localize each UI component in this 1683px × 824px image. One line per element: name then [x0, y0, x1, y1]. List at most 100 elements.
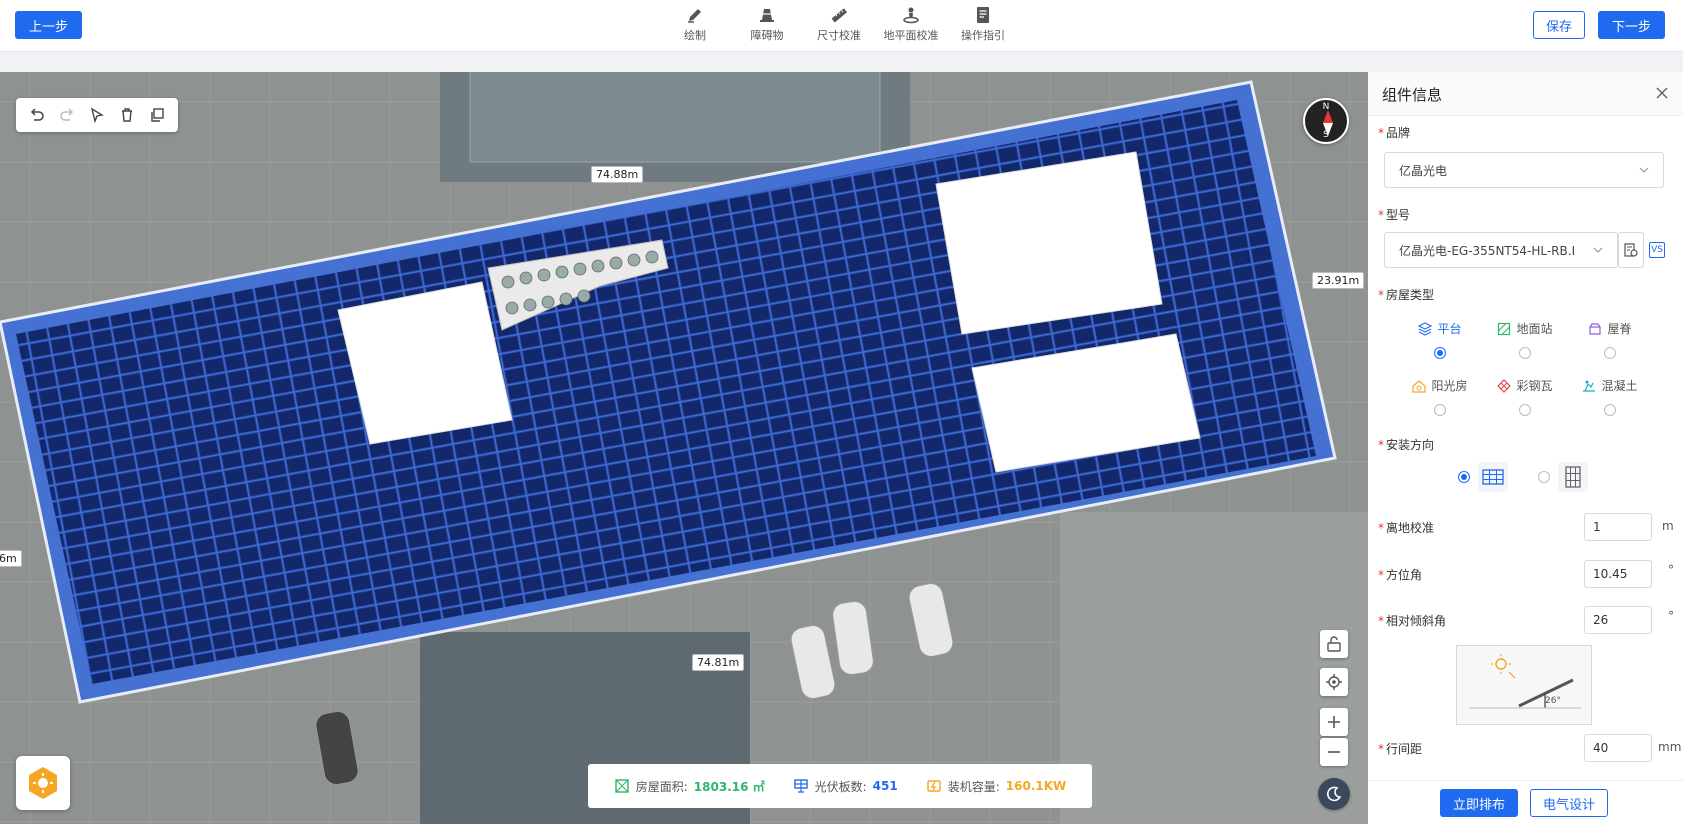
- minus-icon: [1328, 751, 1340, 753]
- tool-obstacle[interactable]: 障碍物: [740, 6, 794, 43]
- undo-icon[interactable]: [26, 104, 48, 126]
- tool-size-calibration[interactable]: 尺寸校准: [812, 6, 866, 43]
- roof-type-sunroom-radio[interactable]: [1434, 404, 1446, 416]
- stat-area: 房屋面积: 1803.16 ㎡: [614, 778, 765, 795]
- row-spacing-unit: mm: [1658, 740, 1682, 754]
- row-spacing-input[interactable]: [1584, 734, 1652, 762]
- compass-icon[interactable]: N S: [1303, 98, 1349, 144]
- obstacle-icon: [760, 9, 774, 22]
- tilt-angle-unit: °: [1668, 609, 1674, 623]
- orientation-landscape[interactable]: [1458, 462, 1508, 492]
- moon-icon: [1327, 786, 1342, 802]
- tilt-angle-diagram: 26°: [1456, 645, 1592, 725]
- plus-icon: [1328, 716, 1340, 728]
- stat-area-value: 1803.16 ㎡: [693, 779, 765, 794]
- obstacle-2[interactable]: [935, 151, 1163, 335]
- sunroom-icon: [1412, 379, 1427, 393]
- tool-ground-plane[interactable]: 地平面校准: [884, 6, 939, 43]
- roof-type-platform-radio[interactable]: [1434, 347, 1446, 359]
- chevron-down-icon: [1593, 247, 1603, 253]
- roof-type-ridge-radio[interactable]: [1604, 347, 1616, 359]
- locate-icon: [1326, 674, 1342, 690]
- locate-button[interactable]: [1320, 668, 1348, 696]
- lock-toggle-button[interactable]: [1320, 630, 1348, 658]
- arrange-now-button[interactable]: 立即排布: [1440, 789, 1518, 817]
- prev-step-button[interactable]: 上一步: [15, 11, 82, 39]
- zoom-in-button[interactable]: [1320, 708, 1348, 736]
- roof-canvas[interactable]: [0, 72, 1368, 824]
- unlock-icon: [1327, 636, 1341, 652]
- chevron-down-icon: [1639, 167, 1649, 173]
- stat-panels-label: 光伏板数:: [814, 779, 867, 794]
- panel-header: 组件信息: [1368, 72, 1683, 116]
- electrical-design-button[interactable]: 电气设计: [1530, 789, 1608, 817]
- tool-draw[interactable]: 绘制: [668, 6, 722, 43]
- tilt-diagram-angle: 26°: [1545, 696, 1561, 706]
- brand-label: * 品牌: [1378, 126, 1411, 140]
- stat-capacity-label: 装机容量:: [947, 779, 1000, 794]
- compare-vs-button[interactable]: VS: [1649, 242, 1665, 258]
- satellite-map[interactable]: N S 74.88m 23.91m 74.81m 6m 房屋面积: 1803.1…: [0, 72, 1368, 824]
- ground-plane-icon: [903, 7, 919, 24]
- model-select-value: 亿晶光电-EG-355NT54-HL-RB.I: [1399, 243, 1576, 258]
- night-mode-button[interactable]: [1318, 778, 1350, 810]
- area-icon: [615, 779, 629, 793]
- tool-guide-label: 操作指引: [961, 29, 1005, 42]
- obstacle-1[interactable]: [337, 281, 513, 445]
- stat-capacity-value: 160.1KW: [1005, 779, 1067, 793]
- roof-type-concrete[interactable]: 混凝土: [1570, 377, 1650, 416]
- brand-select[interactable]: 亿晶光电: [1384, 152, 1664, 188]
- copy-icon[interactable]: [146, 104, 168, 126]
- roof-type-color-steel-radio[interactable]: [1519, 404, 1531, 416]
- pen-icon: [688, 9, 701, 23]
- roof-type-sunroom[interactable]: 阳光房: [1400, 377, 1480, 416]
- ground-station-icon: [1498, 322, 1511, 335]
- panel-title: 组件信息: [1382, 86, 1443, 104]
- dimension-left: 6m: [0, 550, 22, 567]
- model-detail-button[interactable]: [1618, 232, 1644, 268]
- orientation-label: * 安装方向: [1378, 438, 1435, 452]
- roof-type-ground-station-radio[interactable]: [1519, 347, 1531, 359]
- model-label: * 型号: [1378, 208, 1411, 222]
- landscape-grid-icon: [1482, 469, 1504, 485]
- tool-obstacle-label: 障碍物: [750, 29, 784, 42]
- dimension-top: 74.88m: [591, 166, 644, 183]
- stats-bar: 房屋面积: 1803.16 ㎡ 光伏板数: 451 装机容量: 160.1KW: [588, 764, 1092, 808]
- save-button[interactable]: 保存: [1533, 11, 1585, 39]
- edit-toolbar: [16, 98, 178, 132]
- tilt-panel-illustration: [1469, 654, 1581, 709]
- orientation-portrait-radio[interactable]: [1538, 471, 1550, 483]
- tilt-angle-input[interactable]: [1584, 606, 1652, 634]
- layers-icon: [1418, 321, 1433, 336]
- orientation-portrait[interactable]: [1538, 462, 1588, 492]
- sun-hexagon-icon: [29, 767, 57, 799]
- zoom-out-button[interactable]: [1320, 738, 1348, 766]
- ridge-roof-icon: [1589, 322, 1602, 335]
- close-icon[interactable]: [1653, 84, 1671, 102]
- roof-type-concrete-radio[interactable]: [1604, 404, 1616, 416]
- app-logo-button[interactable]: [16, 756, 70, 810]
- guide-icon: [977, 7, 989, 23]
- stat-area-label: 房屋面积:: [635, 779, 688, 794]
- dome-structure: [469, 72, 881, 163]
- brand-select-value: 亿晶光电: [1399, 163, 1448, 178]
- roof-type-platform[interactable]: 平台: [1400, 320, 1480, 359]
- ground-calibration-input[interactable]: [1584, 513, 1652, 541]
- model-select[interactable]: 亿晶光电-EG-355NT54-HL-RB.I: [1384, 232, 1618, 268]
- roof-type-color-steel[interactable]: 彩钢瓦: [1485, 377, 1565, 416]
- roof-type-ridge[interactable]: 屋脊: [1570, 320, 1650, 359]
- delete-icon[interactable]: [116, 104, 138, 126]
- redo-icon[interactable]: [56, 104, 78, 126]
- orientation-landscape-radio[interactable]: [1458, 471, 1470, 483]
- stat-capacity: 装机容量: 160.1KW: [926, 778, 1067, 795]
- row-spacing-label: * 行间距: [1378, 742, 1423, 756]
- azimuth-input[interactable]: [1584, 560, 1652, 588]
- ruler-icon: [831, 8, 848, 23]
- azimuth-unit: °: [1668, 563, 1674, 577]
- azimuth-label: * 方位角: [1378, 568, 1423, 582]
- roof-type-ground-station[interactable]: 地面站: [1485, 320, 1565, 359]
- next-step-button[interactable]: 下一步: [1598, 11, 1665, 39]
- color-steel-tile-icon: [1497, 378, 1512, 393]
- tool-guide[interactable]: 操作指引: [956, 6, 1010, 43]
- select-cursor-icon[interactable]: [86, 104, 108, 126]
